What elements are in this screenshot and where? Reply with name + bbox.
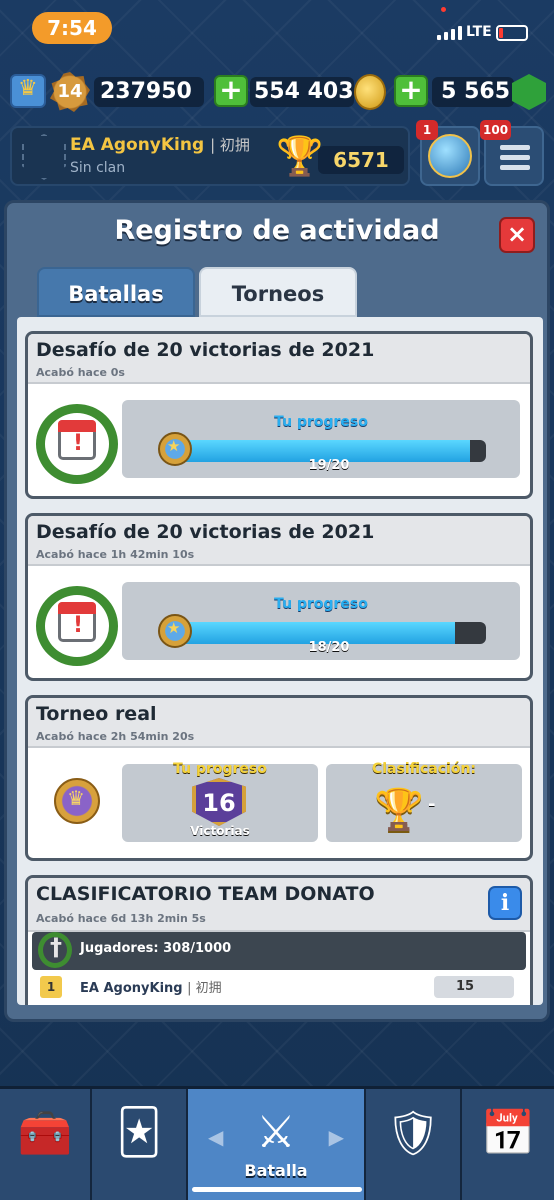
trophy-count: 6571 <box>318 146 404 174</box>
clan-label: Sin clan <box>70 160 126 176</box>
activity-log-modal: Registro de actividad × Batallas Torneos… <box>4 200 550 1022</box>
wins-label: Victorias <box>190 824 250 838</box>
globe-icon <box>428 134 472 178</box>
crown-icon <box>10 74 46 108</box>
events-calendar-icon: 📅 <box>480 1108 536 1159</box>
treasure-chest-icon: 🧰 <box>17 1108 73 1159</box>
nav-battle[interactable]: ◀ ⚔ ▶ Batalla <box>188 1089 366 1200</box>
sword-icon <box>38 932 72 968</box>
royal-tournament-icon <box>54 778 100 824</box>
nav-battle-label: Batalla <box>244 1161 308 1180</box>
wins-count: 16 <box>192 778 246 826</box>
tournament-card[interactable]: Torneo real Acabó hace 2h 54min 20s Tu p… <box>25 695 533 861</box>
status-time: 7:54 <box>32 12 112 44</box>
gems-count: 5 565 <box>432 77 514 107</box>
resource-bar: 14 237950 + 554 403 + 5 565 <box>0 72 554 112</box>
clan-shield-icon: 🛡 <box>385 1108 441 1159</box>
tournament-card[interactable]: Desafío de 20 victorias de 2021 Acabó ha… <box>25 513 533 681</box>
signal-icon <box>437 26 462 40</box>
progress-text: 19/20 <box>308 458 350 473</box>
level-badge[interactable]: 14 <box>50 72 90 112</box>
trophy-icon: 🏆 <box>374 787 424 833</box>
nav-cards[interactable]: 🃏 <box>92 1089 188 1200</box>
ended-ago: Acabó hace 6d 13h 2min 5s <box>36 912 206 925</box>
progress-label: Tu progreso <box>274 414 368 430</box>
recording-dot-icon <box>441 7 446 12</box>
tournament-list[interactable]: Desafío de 20 victorias de 2021 Acabó ha… <box>17 317 543 1005</box>
player-name: EA AgonyKing <box>70 135 205 155</box>
nav-shop[interactable]: 🧰 <box>0 1089 92 1200</box>
bottom-nav: 🧰 🃏 ◀ ⚔ ▶ Batalla 🛡 📅 <box>0 1086 554 1200</box>
profile-bar[interactable]: EA AgonyKing | 初拥 Sin clan 🏆 6571 <box>10 126 410 186</box>
card-header: Desafío de 20 victorias de 2021 Acabó ha… <box>28 334 530 384</box>
ranking-panel: Clasificación: 🏆 - <box>326 761 522 842</box>
row-player-name: EA AgonyKing <box>80 981 183 996</box>
gold-count: 554 403 <box>250 77 354 107</box>
card-header: Torneo real Acabó hace 2h 54min 20s <box>28 698 530 748</box>
home-indicator[interactable] <box>192 1187 362 1192</box>
clan-shield-icon <box>22 134 66 180</box>
nav-events[interactable]: 📅 <box>462 1089 554 1200</box>
notification-badge: 100 <box>480 120 512 140</box>
gold-coin-icon <box>354 74 386 110</box>
info-button[interactable]: i <box>488 886 522 920</box>
battery-icon <box>496 25 528 41</box>
tab-tournaments[interactable]: Torneos <box>199 267 357 317</box>
arrow-left-icon[interactable]: ◀ <box>208 1125 223 1149</box>
menu-button[interactable]: 100 <box>480 120 544 186</box>
cards-icon: 🃏 <box>116 1107 162 1158</box>
arrow-right-icon[interactable]: ▶ <box>329 1125 344 1149</box>
nav-social[interactable]: 🛡 <box>366 1089 462 1200</box>
trophy-icon: 🏆 <box>276 134 324 178</box>
tournament-title: Torneo real <box>36 703 157 725</box>
status-bar: 7:54 LTE <box>0 0 554 58</box>
ranking-label: Clasificación: <box>371 761 477 777</box>
player-tag: | 初拥 <box>210 136 250 154</box>
progress-label: Tu progreso <box>173 761 267 777</box>
progress-panel: Tu progreso 18/20 <box>122 582 520 660</box>
add-gems-button[interactable]: + <box>394 75 428 107</box>
progress-panel: Tu progreso 19/20 <box>122 400 520 478</box>
players-count: Jugadores: 308/1000 <box>80 941 232 956</box>
notification-badge: 1 <box>416 120 438 140</box>
players-header: Jugadores: 308/1000 <box>32 932 526 970</box>
challenge-calendar-icon <box>36 404 118 484</box>
network-label: LTE <box>466 24 492 40</box>
row-score: 15 <box>434 976 514 998</box>
close-button[interactable]: × <box>499 217 535 253</box>
hamburger-icon <box>500 145 530 175</box>
tournament-card[interactable]: CLASIFICATORIO TEAM DONATO Acabó hace 6d… <box>25 875 533 1005</box>
tournament-card[interactable]: Desafío de 20 victorias de 2021 Acabó ha… <box>25 331 533 499</box>
crowns-count: 237950 <box>94 77 204 107</box>
tournament-title: CLASIFICATORIO TEAM DONATO <box>36 883 375 905</box>
card-header: Desafío de 20 victorias de 2021 Acabó ha… <box>28 516 530 566</box>
add-gold-button[interactable]: + <box>214 75 248 107</box>
tournament-title: Desafío de 20 victorias de 2021 <box>36 521 375 543</box>
tab-battles[interactable]: Batallas <box>37 267 195 317</box>
gem-icon <box>512 74 546 110</box>
progress-text: 18/20 <box>308 640 350 655</box>
rank-number: 1 <box>40 976 62 998</box>
wins-panel: Tu progreso 16 Victorias <box>122 761 318 842</box>
tournament-title: Desafío de 20 victorias de 2021 <box>36 339 375 361</box>
progress-label: Tu progreso <box>274 596 368 612</box>
shop-button[interactable]: 1 <box>416 120 480 186</box>
card-header: CLASIFICATORIO TEAM DONATO Acabó hace 6d… <box>28 878 530 932</box>
ended-ago: Acabó hace 0s <box>36 366 125 379</box>
modal-title: Registro de actividad <box>114 215 440 246</box>
ended-ago: Acabó hace 1h 42min 10s <box>36 548 195 561</box>
row-player: EA AgonyKing | 初拥 <box>80 977 222 996</box>
player-name-line: EA AgonyKing | 初拥 <box>70 134 250 155</box>
ended-ago: Acabó hace 2h 54min 20s <box>36 730 195 743</box>
row-player-tag: | 初拥 <box>187 981 222 996</box>
crossed-swords-icon: ⚔ <box>256 1107 296 1158</box>
ranking-value: - <box>428 794 436 815</box>
leaderboard-row[interactable]: 1 EA AgonyKing | 初拥 15 <box>32 970 526 1005</box>
challenge-calendar-icon <box>36 586 118 666</box>
